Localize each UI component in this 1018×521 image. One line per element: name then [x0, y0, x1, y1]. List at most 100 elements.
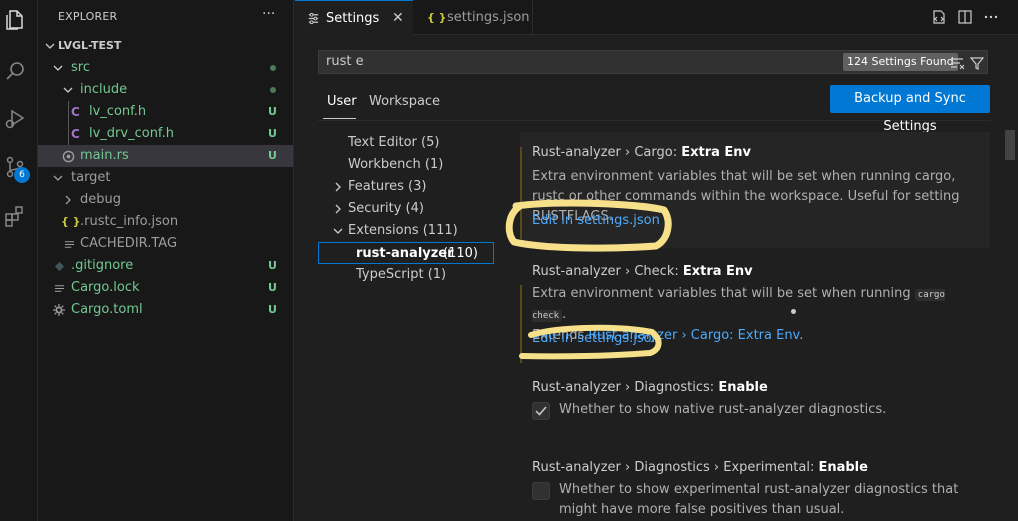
tree-item-label: include [80, 82, 128, 97]
search-icon[interactable] [3, 59, 27, 83]
modified-indicator [520, 147, 522, 239]
chevron-down-icon [332, 220, 344, 242]
setting-item-cargo-extra-env[interactable]: Rust-analyzer › Cargo: Extra Env Extra e… [520, 132, 990, 248]
setting-title: Rust-analyzer › Cargo: Extra Env [532, 145, 752, 160]
tree-item-label: main.rs [80, 148, 129, 163]
setting-description: Whether to show experimental rust-analyz… [559, 482, 959, 517]
json-file-icon: { } [61, 215, 81, 228]
setting-item-check-extra-env[interactable]: Rust-analyzer › Check: Extra Env Extra e… [520, 259, 990, 363]
edit-in-settings-json-link[interactable]: Edit in settings.json [532, 213, 660, 228]
c-file-icon: C [71, 127, 80, 141]
tree-item-label: lv_drv_conf.h [89, 126, 174, 141]
untracked-badge: U [268, 105, 277, 118]
toc-item-extensions[interactable]: Extensions (111) [318, 220, 494, 242]
tree-item-label: Cargo.lock [71, 280, 140, 295]
untracked-badge: U [268, 149, 277, 162]
diagnostics-enable-checkbox[interactable] [532, 402, 550, 420]
toc-item-label: Features (3) [348, 179, 427, 194]
setting-title: Rust-analyzer › Check: Extra Env [532, 264, 753, 279]
tab-workspace-scope[interactable]: Workspace [369, 94, 440, 109]
backup-sync-button[interactable]: Backup and Sync Settings [830, 85, 990, 134]
modified-dot-icon [270, 87, 276, 93]
tree-item-include[interactable]: include [38, 79, 293, 101]
tree-item-main-rs[interactable]: main.rs U [38, 145, 293, 167]
c-file-icon: C [71, 105, 80, 119]
tab-user-scope[interactable]: User [327, 94, 357, 109]
chevron-right-icon [62, 189, 74, 211]
tree-item-label: debug [80, 192, 121, 207]
json-file-icon: { } [427, 11, 447, 24]
toc-item-features[interactable]: Features (3) [318, 176, 494, 198]
more-actions-icon[interactable]: ··· [262, 6, 275, 22]
explorer-panel: EXPLORER ··· LVGL-TEST src include C lv_… [38, 0, 294, 521]
gear-icon [53, 299, 65, 323]
tree-item-label: src [71, 60, 90, 75]
toc-item-rust-analyzer[interactable]: rust-analyzer (110) [318, 242, 494, 264]
close-icon[interactable]: ✕ [392, 1, 404, 36]
open-settings-json-icon[interactable] [931, 9, 947, 27]
tree-item-gitignore[interactable]: .gitignore U [38, 255, 293, 277]
editor-tab-bar: Settings ✕ { } settings.json [295, 0, 1018, 35]
experimental-enable-checkbox[interactable] [532, 482, 550, 500]
clear-filter-icon[interactable] [949, 55, 965, 71]
untracked-badge: U [268, 259, 277, 272]
untracked-badge: U [268, 303, 277, 316]
chevron-down-icon [52, 57, 64, 79]
filter-icon[interactable] [969, 55, 985, 71]
scrollbar-thumb[interactable] [1005, 130, 1015, 160]
chevron-down-icon [52, 167, 64, 189]
tab-label: Settings [326, 11, 380, 26]
toc-item-label: rust-analyzer [356, 246, 454, 261]
run-debug-icon[interactable] [3, 107, 27, 131]
setting-title: Rust-analyzer › Diagnostics › Experiment… [532, 460, 868, 475]
setting-item-diagnostics-enable[interactable]: Rust-analyzer › Diagnostics: Enable Whet… [520, 375, 990, 435]
untracked-badge: U [268, 127, 277, 140]
git-file-icon [54, 255, 65, 279]
tree-item-label: .rustc_info.json [80, 214, 179, 229]
tree-item-src[interactable]: src [38, 57, 293, 79]
cursor-dot [791, 309, 796, 314]
settings-found-count: 124 Settings Found [843, 53, 958, 71]
settings-icon [307, 1, 320, 39]
tree-item-lv-conf[interactable]: C lv_conf.h U [38, 101, 293, 123]
tree-item-cargo-toml[interactable]: Cargo.toml U [38, 299, 293, 321]
chevron-down-icon [62, 79, 74, 101]
tab-label: settings.json [447, 10, 530, 25]
setting-title: Rust-analyzer › Diagnostics: Enable [532, 380, 768, 395]
tree-item-lv-drv-conf[interactable]: C lv_drv_conf.h U [38, 123, 293, 145]
explorer-icon[interactable] [3, 8, 27, 32]
settings-editor: rust e 124 Settings Found User Workspace… [295, 35, 1018, 521]
tree-item-cargo-lock[interactable]: Cargo.lock U [38, 277, 293, 299]
setting-item-experimental-enable[interactable]: Rust-analyzer › Diagnostics › Experiment… [520, 455, 990, 521]
file-icon [54, 277, 65, 301]
toc-item-workbench[interactable]: Workbench (1) [318, 154, 494, 176]
tree-item-root[interactable]: LVGL-TEST [38, 35, 293, 57]
split-editor-icon[interactable] [957, 9, 973, 27]
tree-item-label: CACHEDIR.TAG [80, 236, 178, 251]
toc-item-security[interactable]: Security (4) [318, 198, 494, 220]
toc-item-label: Text Editor (5) [348, 135, 440, 150]
explorer-title: EXPLORER [58, 10, 118, 23]
chevron-right-icon [332, 176, 344, 198]
active-scope-indicator [323, 118, 356, 119]
tab-settings-json[interactable]: { } settings.json [413, 0, 533, 35]
toc-item-text-editor[interactable]: Text Editor (5) [318, 132, 494, 154]
untracked-badge: U [268, 281, 277, 294]
toc-item-label: TypeScript (1) [356, 267, 447, 282]
activity-bar: 6 [0, 0, 38, 521]
settings-search-input[interactable]: rust e 124 Settings Found [318, 50, 988, 74]
tree-item-cachedir[interactable]: CACHEDIR.TAG [38, 233, 293, 255]
tree-item-debug[interactable]: debug [38, 189, 293, 211]
toc-item-label: Extensions (111) [348, 223, 458, 238]
search-value: rust e [326, 54, 364, 69]
toc-item-typescript[interactable]: TypeScript (1) [318, 264, 494, 286]
indent-guide [68, 101, 69, 145]
extensions-icon[interactable] [3, 204, 27, 228]
tree-item-label: LVGL-TEST [58, 39, 122, 52]
edit-in-settings-json-link[interactable]: Edit in settings.json [532, 331, 660, 346]
tree-item-target[interactable]: target [38, 167, 293, 189]
tab-settings[interactable]: Settings ✕ [295, 0, 413, 35]
tree-item-rustc-info[interactable]: { } .rustc_info.json [38, 211, 293, 233]
more-actions-icon[interactable] [983, 9, 999, 27]
chevron-down-icon [44, 35, 56, 57]
